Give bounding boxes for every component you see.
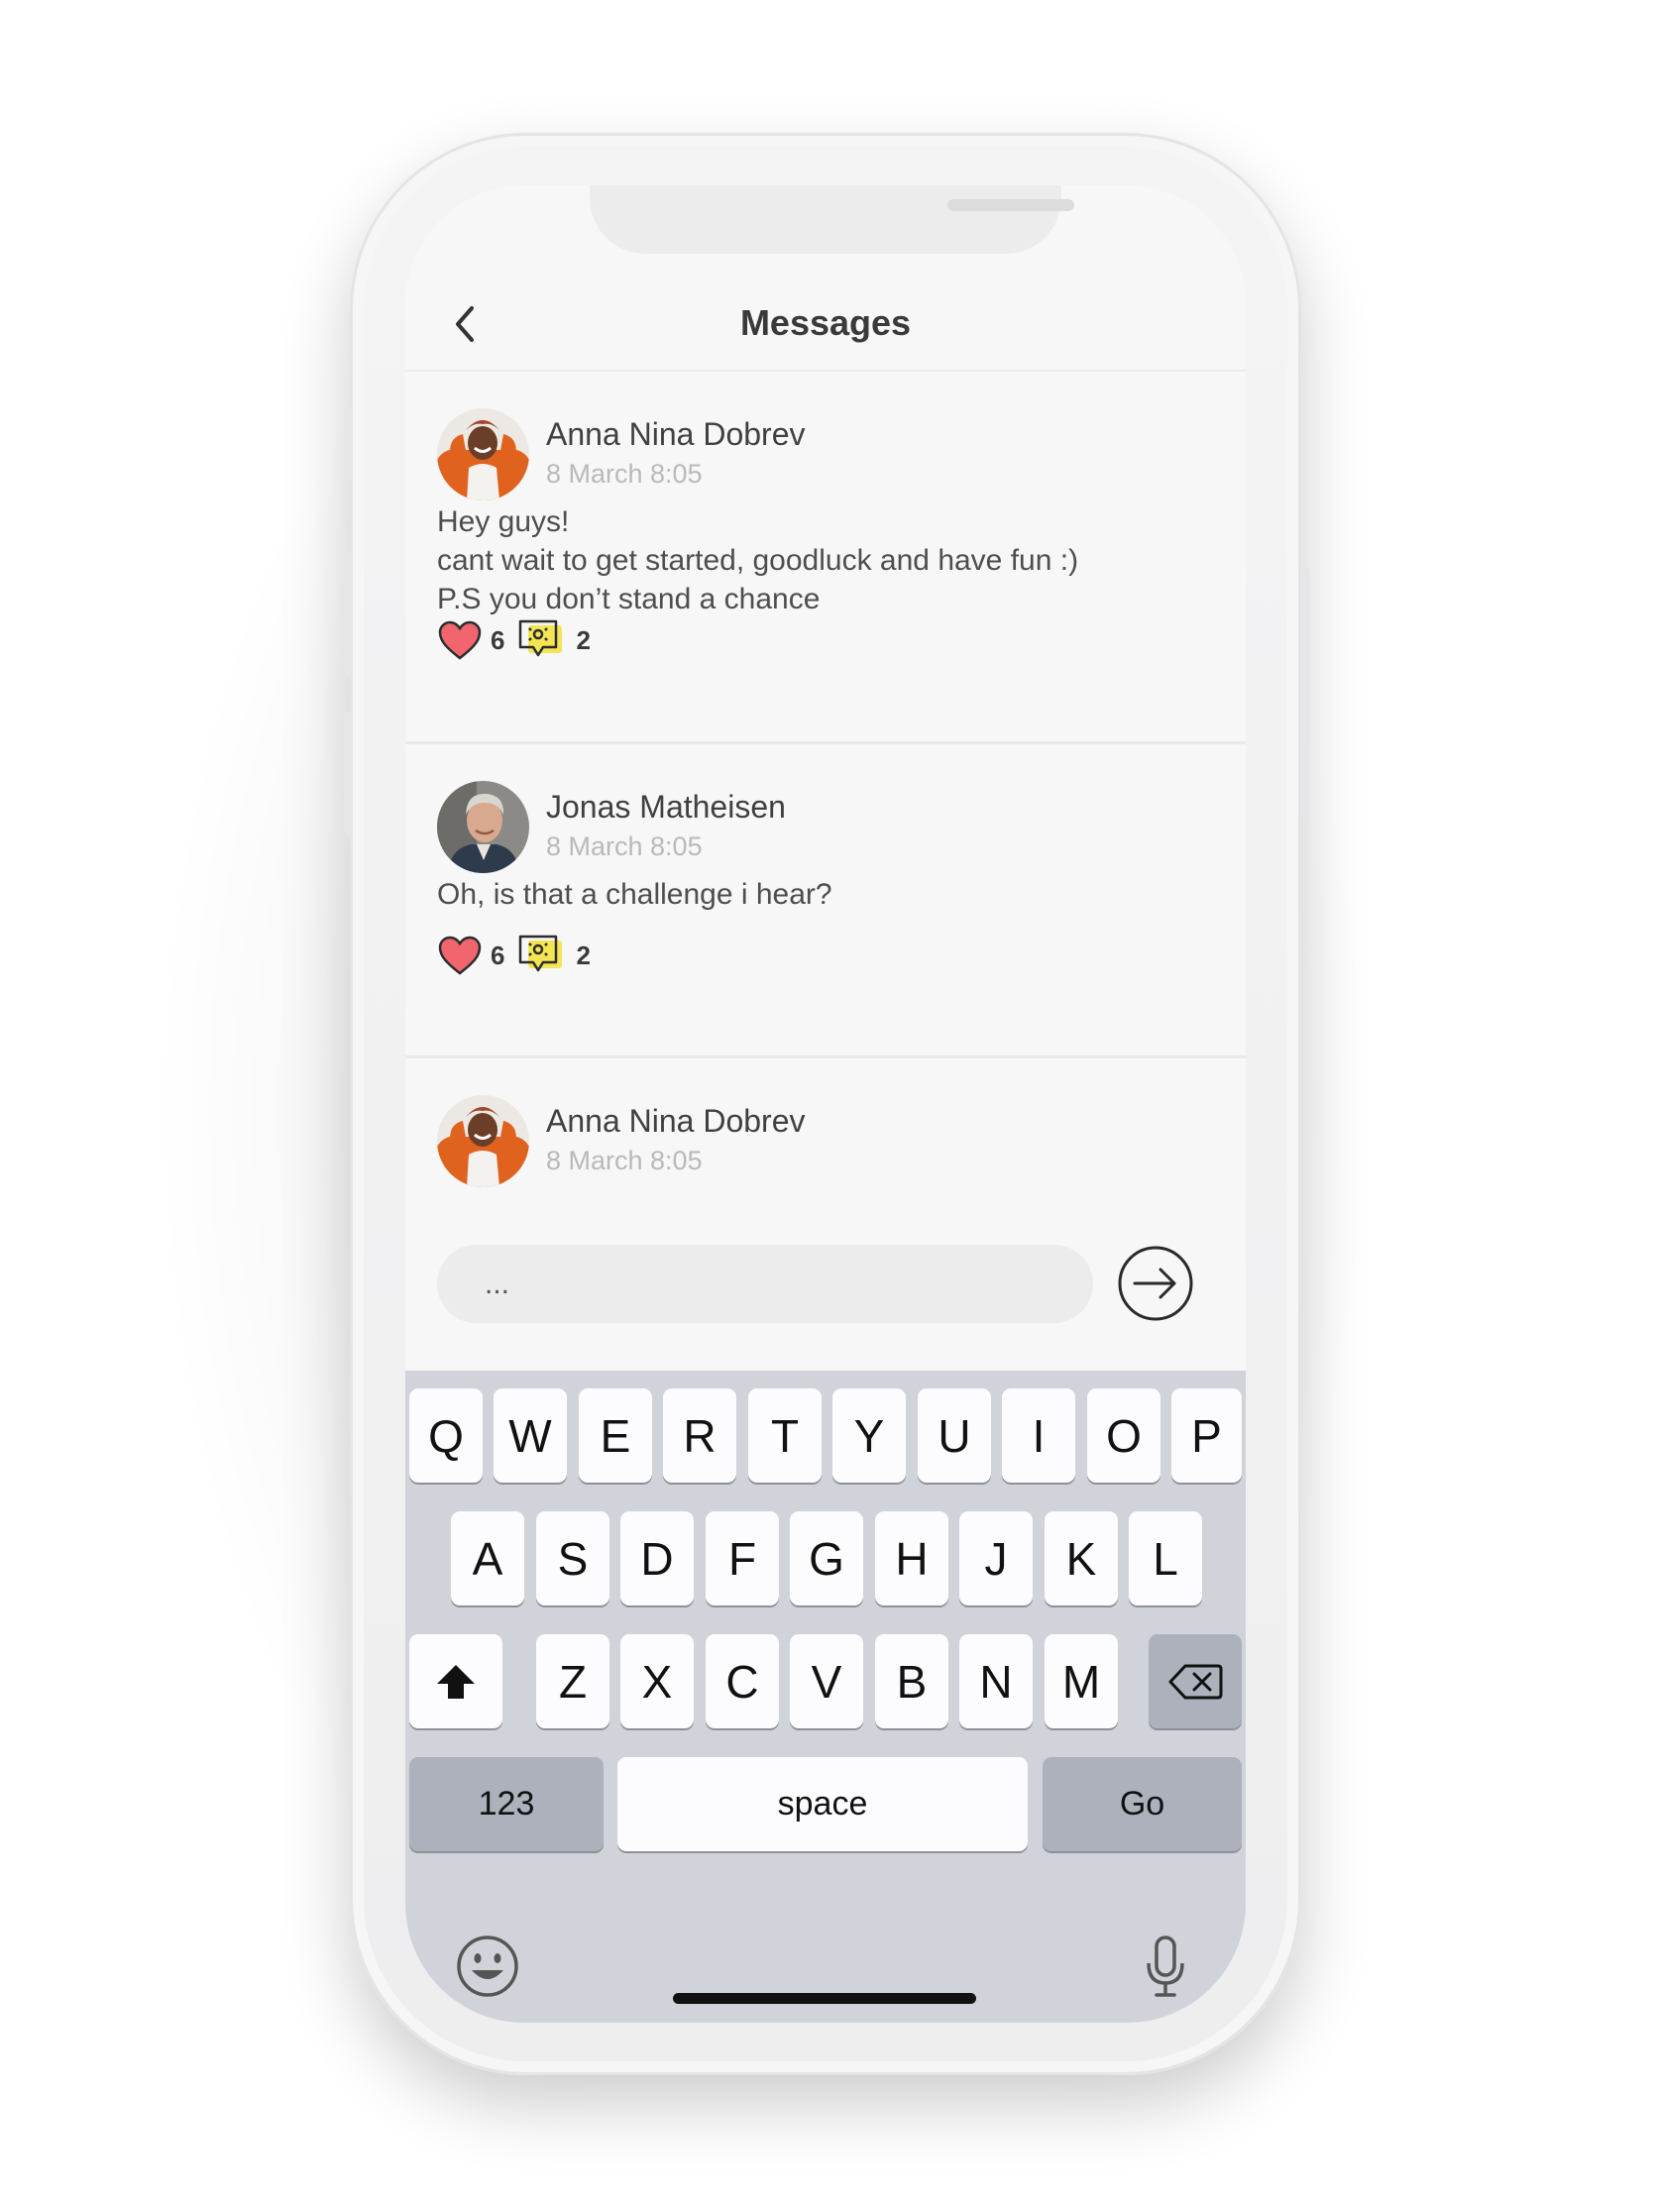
post-time: 8 March 8:05 xyxy=(546,831,703,861)
reactions-bar: 6 2 xyxy=(437,933,595,978)
key-v[interactable]: V xyxy=(790,1634,863,1728)
key-h[interactable]: H xyxy=(875,1511,948,1605)
go-key[interactable]: Go xyxy=(1043,1757,1242,1851)
emoji-icon xyxy=(457,1936,518,1997)
key-j[interactable]: J xyxy=(959,1511,1033,1605)
backspace-key[interactable] xyxy=(1149,1634,1242,1728)
key-g[interactable]: G xyxy=(790,1511,863,1605)
send-button[interactable] xyxy=(1117,1245,1194,1322)
key-k[interactable]: K xyxy=(1045,1511,1118,1605)
key-l[interactable]: L xyxy=(1129,1511,1202,1605)
post-time: 8 March 8:05 xyxy=(546,1146,703,1175)
message-line: Hey guys! xyxy=(437,505,570,538)
message-text: Hey guys! cant wait to get started, good… xyxy=(437,502,1078,618)
reactions-bar: 6 2 xyxy=(437,617,595,663)
key-w[interactable]: W xyxy=(494,1388,567,1483)
message-line: P.S you don’t stand a chance xyxy=(437,583,821,615)
key-u[interactable]: U xyxy=(918,1388,991,1483)
comment-count: 2 xyxy=(576,624,591,655)
on-screen-keyboard: Q W E R T Y U I O P A S D F G H J K L Z … xyxy=(405,1371,1246,2023)
key-i[interactable]: I xyxy=(1002,1388,1075,1483)
phone-screen: Messages Anna Nina Dobrev 8 March 8:05 H… xyxy=(405,185,1246,2023)
microphone-icon xyxy=(1147,1936,1184,1997)
avatar[interactable] xyxy=(437,1095,529,1187)
message-card: Anna Nina Dobrev 8 March 8:05 xyxy=(405,1058,1246,1212)
author-name: Anna Nina Dobrev xyxy=(546,1103,806,1139)
shift-arrow-icon xyxy=(437,1664,475,1699)
message-text: Oh, is that a challenge i hear? xyxy=(437,875,832,914)
power-button xyxy=(1301,567,1309,820)
comment-icon[interactable] xyxy=(516,617,568,663)
like-count: 6 xyxy=(491,624,505,655)
author-name: Anna Nina Dobrev xyxy=(546,416,806,452)
post-time: 8 March 8:05 xyxy=(546,459,703,489)
notch xyxy=(590,185,1074,254)
message-card: Jonas Matheisen 8 March 8:05 Oh, is that… xyxy=(405,744,1246,1058)
space-key[interactable]: space xyxy=(617,1757,1028,1851)
key-a[interactable]: A xyxy=(451,1511,524,1605)
key-z[interactable]: Z xyxy=(536,1634,609,1728)
author-name: Jonas Matheisen xyxy=(546,789,786,825)
emoji-button[interactable] xyxy=(455,1934,520,2004)
message-line: cant wait to get started, goodluck and h… xyxy=(437,544,1079,577)
earpiece-speaker xyxy=(947,199,1074,211)
message-line: Oh, is that a challenge i hear? xyxy=(437,878,832,911)
message-card: Anna Nina Dobrev 8 March 8:05 Hey guys! … xyxy=(405,372,1246,744)
avatar[interactable] xyxy=(437,781,529,873)
key-x[interactable]: X xyxy=(620,1634,694,1728)
key-b[interactable]: B xyxy=(875,1634,948,1728)
key-p[interactable]: P xyxy=(1171,1388,1242,1483)
key-q[interactable]: Q xyxy=(409,1388,483,1483)
dictation-button[interactable] xyxy=(1144,1934,1187,2004)
message-input[interactable] xyxy=(437,1245,1093,1323)
like-count: 6 xyxy=(491,940,505,970)
mute-switch xyxy=(344,406,352,480)
key-e[interactable]: E xyxy=(579,1388,652,1483)
key-m[interactable]: M xyxy=(1045,1634,1118,1728)
shift-key[interactable] xyxy=(409,1634,502,1728)
volume-up-button xyxy=(344,551,352,676)
heart-icon[interactable] xyxy=(437,935,483,976)
numbers-key[interactable]: 123 xyxy=(409,1757,604,1851)
message-composer xyxy=(405,1212,1246,1371)
key-r[interactable]: R xyxy=(663,1388,736,1483)
key-c[interactable]: C xyxy=(706,1634,779,1728)
volume-down-button xyxy=(344,712,352,836)
key-d[interactable]: D xyxy=(620,1511,694,1605)
key-o[interactable]: O xyxy=(1087,1388,1160,1483)
heart-icon[interactable] xyxy=(437,619,483,661)
key-t[interactable]: T xyxy=(748,1388,822,1483)
comment-icon[interactable] xyxy=(516,933,568,978)
key-y[interactable]: Y xyxy=(832,1388,906,1483)
key-f[interactable]: F xyxy=(706,1511,779,1605)
page-title: Messages xyxy=(739,302,912,343)
arrow-right-circle-icon xyxy=(1118,1246,1193,1321)
home-indicator[interactable] xyxy=(673,1993,976,2004)
key-s[interactable]: S xyxy=(536,1511,609,1605)
comment-count: 2 xyxy=(576,940,591,970)
key-n[interactable]: N xyxy=(959,1634,1033,1728)
avatar[interactable] xyxy=(437,408,529,500)
backspace-icon xyxy=(1168,1664,1223,1699)
